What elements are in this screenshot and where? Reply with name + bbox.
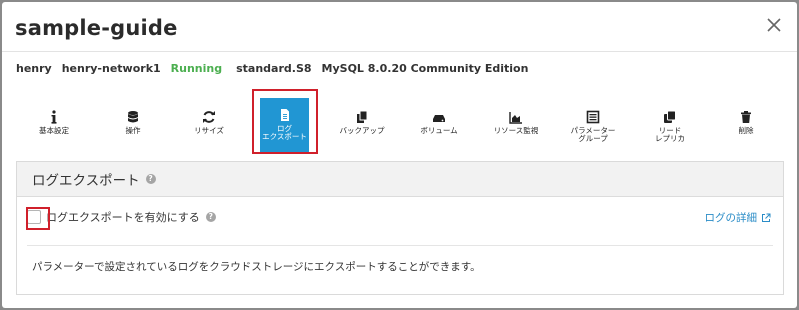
tool-label: リソース監視 (493, 126, 539, 135)
engine-version: MySQL 8.0.20 Community Edition (321, 62, 529, 75)
dialog-title: sample-guide (15, 16, 178, 40)
enable-row: ログエクスポートを有効にする ? (27, 209, 216, 225)
close-icon[interactable] (765, 16, 783, 34)
tool-read-replica[interactable]: リード レプリカ (635, 110, 705, 154)
modal-dialog: sample-guide henry henry-network1 Runnin… (2, 2, 797, 308)
tool-label: 操作 (125, 126, 141, 135)
tool-label: ボリューム (420, 126, 458, 135)
tool-resource-monitor[interactable]: リソース監視 (481, 110, 551, 154)
status-badge: Running (170, 62, 223, 75)
user-name: henry (16, 62, 52, 75)
log-detail-label: ログの詳細 (704, 212, 758, 224)
toolbar: 基本設定 操作 リサイズ ログ エクスポート バックアップ ボリューム リソース… (2, 90, 797, 156)
clone-icon (664, 110, 676, 123)
help-icon[interactable]: ? (145, 174, 156, 184)
drive-icon (433, 115, 445, 122)
list-icon (586, 110, 600, 124)
plan-name: standard.S8 (236, 62, 312, 75)
copy-icon (357, 110, 368, 123)
help-icon[interactable]: ? (205, 212, 216, 222)
enable-label: ログエクスポートを有効にする (46, 211, 200, 224)
tool-basic-settings[interactable]: 基本設定 (19, 110, 89, 154)
tool-label: 基本設定 (39, 126, 69, 135)
tool-label: リード レプリカ (655, 126, 685, 143)
instance-info: henry henry-network1 Running standard.S8… (16, 62, 538, 75)
header-divider (2, 51, 797, 52)
tool-label: バックアップ (339, 126, 385, 135)
panel-title: ログエクスポート (32, 173, 140, 189)
network-name: henry-network1 (61, 62, 161, 75)
tool-label: リサイズ (194, 126, 224, 135)
log-export-panel: ログエクスポート ? ログエクスポートを有効にする ? ログの詳細 パラメーター… (16, 161, 784, 295)
database-icon (128, 111, 138, 123)
area-chart-icon (509, 112, 522, 124)
panel-description: パラメーターで設定されているログをクラウドストレージにエクスポートすることができ… (32, 261, 481, 273)
tool-backup[interactable]: バックアップ (327, 110, 397, 154)
panel-divider (27, 245, 773, 246)
highlight-box (252, 89, 318, 154)
highlight-box (26, 207, 50, 230)
tool-parameter-group[interactable]: パラメーター グループ (558, 110, 628, 154)
sync-icon (203, 111, 215, 123)
panel-header: ログエクスポート ? (17, 162, 783, 197)
log-detail-link[interactable]: ログの詳細 (705, 210, 772, 225)
external-link-icon (762, 213, 771, 222)
tool-delete[interactable]: 削除 (711, 110, 781, 154)
tool-volume[interactable]: ボリューム (404, 110, 474, 154)
trash-icon (741, 111, 751, 123)
tool-label: パラメーター グループ (570, 126, 616, 143)
tool-label: 削除 (738, 126, 754, 135)
tool-operation[interactable]: 操作 (98, 110, 168, 154)
info-icon (51, 110, 57, 124)
tool-resize[interactable]: リサイズ (174, 110, 244, 154)
